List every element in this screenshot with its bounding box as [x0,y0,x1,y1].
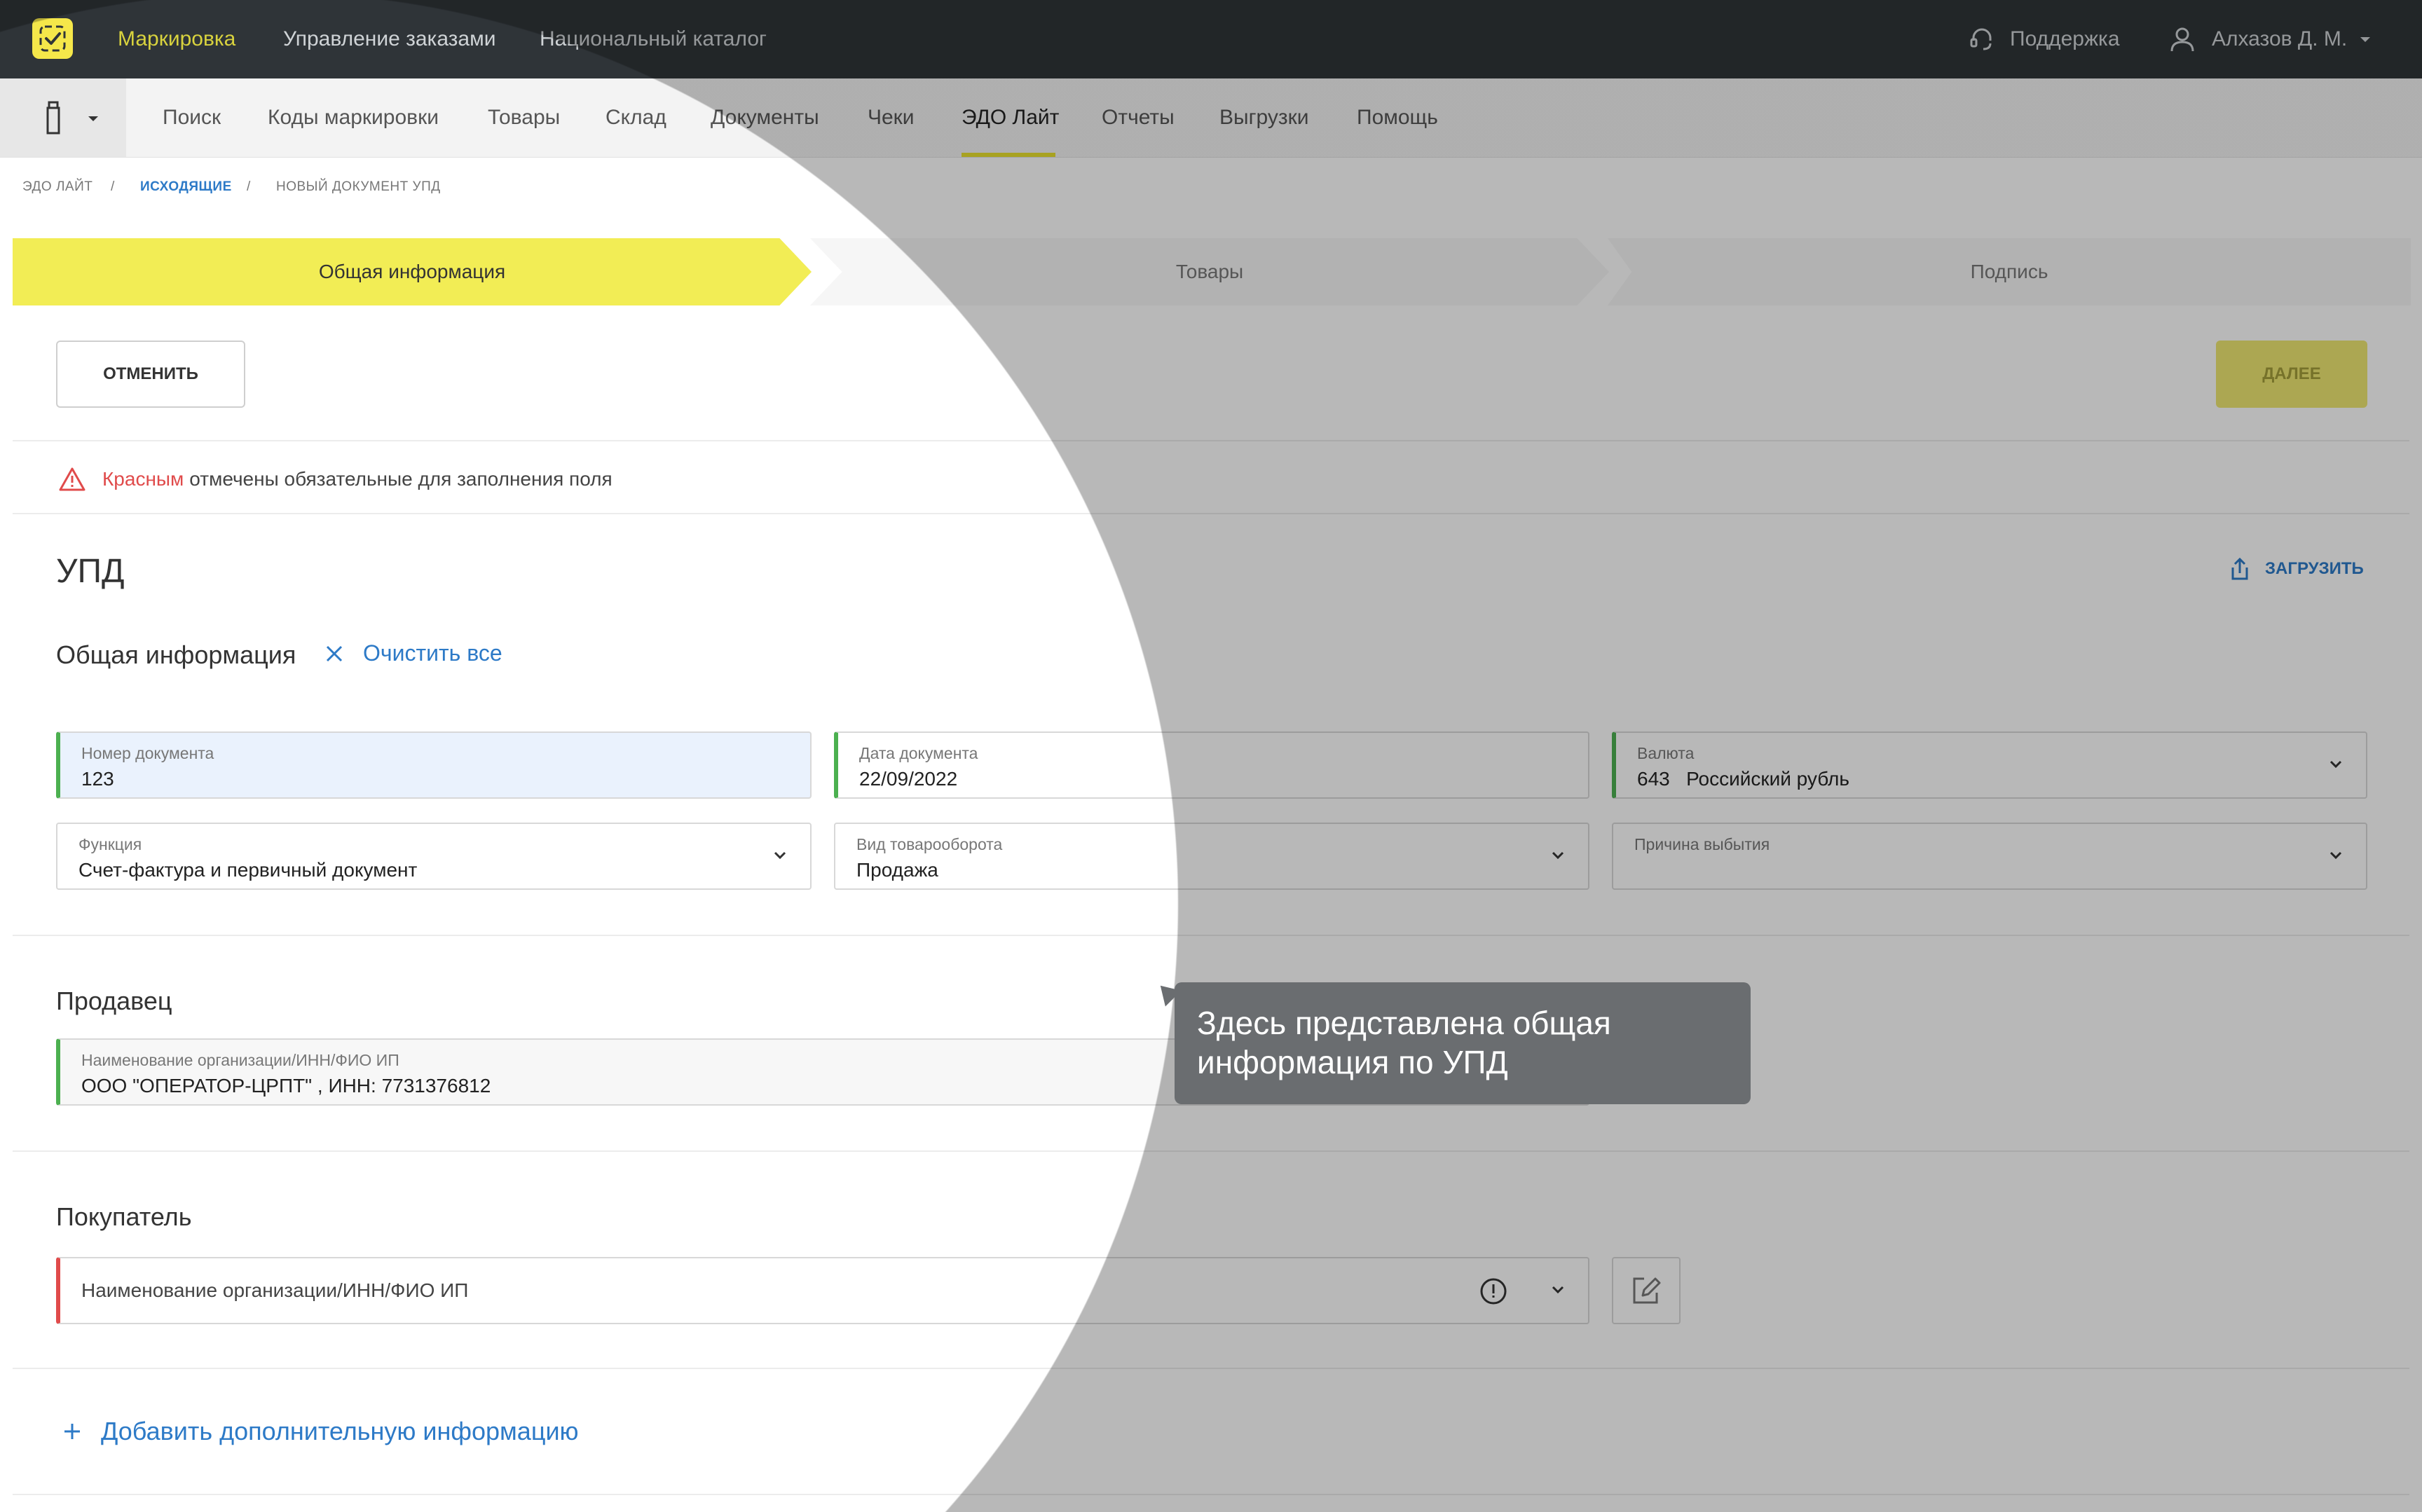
alert-circle-icon [1480,1278,1507,1305]
doc-number-value: 123 [81,768,114,790]
divider [13,1494,2409,1495]
chevron-down-icon [1552,1286,1564,1294]
user-name: Алхазов Д. М. [2212,27,2348,50]
close-icon [326,645,343,661]
function-select[interactable]: Функция Счет-фактура и первичный докумен… [56,823,812,890]
subnav-receipts[interactable]: Чеки [868,78,915,157]
subnav-search[interactable]: Поиск [163,78,221,157]
logo-icon [39,25,66,52]
bottle-icon [46,101,60,135]
withdrawal-label: Причина выбытия [1634,835,1770,853]
step-goods[interactable]: Товары [810,238,1609,305]
subnav-warehouse[interactable]: Склад [606,78,666,157]
page-title: УПД [56,553,125,590]
add-info-button[interactable]: Добавить дополнительную информацию [62,1417,579,1446]
product-group-selector[interactable] [0,78,126,157]
divider [13,513,2409,514]
next-button[interactable]: ДАЛЕЕ [2216,341,2367,408]
subnav-codes[interactable]: Коды маркировки [268,78,439,157]
function-label: Функция [78,835,142,853]
currency-value: 643 Российский рубль [1637,768,1849,790]
app-logo[interactable] [32,18,73,59]
warning-text: отмечены обязательные для заполнения пол… [189,468,613,490]
seller-label: Наименование организации/ИНН/ФИО ИП [81,1051,399,1069]
divider [13,440,2409,441]
turnover-value: Продажа [856,859,938,881]
step-signature[interactable]: Подпись [1608,238,2411,305]
subnav-help[interactable]: Помощь [1357,78,1438,157]
currency-code: 643 [1637,768,1670,790]
divider [13,1368,2409,1369]
add-info-label: Добавить дополнительную информацию [101,1417,579,1445]
divider [13,935,2409,936]
doc-date-label: Дата документа [859,744,978,762]
upload-button[interactable]: ЗАГРУЗИТЬ [2227,556,2364,582]
upload-label: ЗАГРУЗИТЬ [2265,559,2364,578]
seller-value: ООО "ОПЕРАТОР-ЦРПТ" , ИНН: 7731376812 [81,1075,491,1097]
withdrawal-reason-select[interactable]: Причина выбытия [1612,823,2367,890]
chevron-down-icon [2329,851,2342,860]
breadcrumb-current: НОВЫЙ ДОКУМЕНТ УПД [276,179,441,194]
warning-red-word: Красным [102,468,184,490]
step-general-info[interactable]: Общая информация [13,238,812,305]
doc-date-field[interactable]: Дата документа 22/09/2022 [834,731,1589,799]
breadcrumb-separator: / [247,179,251,194]
subnav-edo-lite[interactable]: ЭДО Лайт [962,78,1059,157]
edit-icon [1633,1277,1661,1304]
buyer-heading: Покупатель [56,1202,192,1231]
topnav-marking[interactable]: Маркировка [118,0,235,78]
chevron-down-icon [2329,760,2342,769]
required-fields-notice: Красным отмечены обязательные для заполн… [59,465,613,493]
divider [13,1150,2409,1152]
clear-all-button[interactable]: Очистить все [324,640,502,666]
subnav-reports[interactable]: Отчеты [1102,78,1175,157]
topnav-catalog[interactable]: Национальный каталог [540,0,767,78]
caret-down-icon [88,116,98,121]
subnav-exports[interactable]: Выгрузки [1219,78,1309,157]
breadcrumb-outgoing[interactable]: ИСХОДЯЩИЕ [140,179,232,195]
buyer-placeholder: Наименование организации/ИНН/ФИО ИП [81,1279,469,1301]
function-value: Счет-фактура и первичный документ [78,859,418,881]
cancel-button[interactable]: ОТМЕНИТЬ [56,341,245,408]
doc-date-value: 22/09/2022 [859,768,958,790]
edit-buyer-button[interactable] [1612,1257,1681,1324]
seller-heading: Продавец [56,987,172,1015]
topnav-orders[interactable]: Управление заказами [283,0,496,78]
active-tab-indicator [962,153,1055,157]
warning-icon [59,467,85,491]
breadcrumb-edo[interactable]: ЭДО ЛАЙТ [22,179,93,195]
user-menu[interactable]: Алхазов Д. М. [2168,0,2372,78]
chevron-down-icon [1552,851,1564,860]
clear-all-label: Очистить все [363,640,502,666]
user-icon [2170,27,2194,52]
subnav-goods[interactable]: Товары [488,78,560,157]
doc-number-field[interactable]: Номер документа 123 [56,731,812,799]
currency-name: Российский рубль [1686,768,1849,790]
plus-icon [64,1424,80,1439]
support-link[interactable]: Поддержка [1968,0,2120,78]
headset-icon [1970,28,1992,50]
caret-down-icon [2360,37,2371,42]
onboarding-tooltip: Здесь представлена общая информация по У… [1175,982,1751,1104]
buyer-select[interactable]: Наименование организации/ИНН/ФИО ИП [56,1257,1589,1324]
upload-icon [2231,557,2248,580]
subnav-documents[interactable]: Документы [711,78,819,157]
chevron-down-icon [774,851,786,860]
currency-select[interactable]: Валюта 643 Российский рубль [1612,731,2367,799]
support-label: Поддержка [2010,27,2120,50]
breadcrumb-separator: / [111,179,115,194]
doc-number-label: Номер документа [81,744,214,762]
turnover-label: Вид товарооборота [856,835,1003,853]
general-info-heading: Общая информация [56,640,296,669]
turnover-select[interactable]: Вид товарооборота Продажа [834,823,1589,890]
currency-label: Валюта [1637,744,1695,762]
